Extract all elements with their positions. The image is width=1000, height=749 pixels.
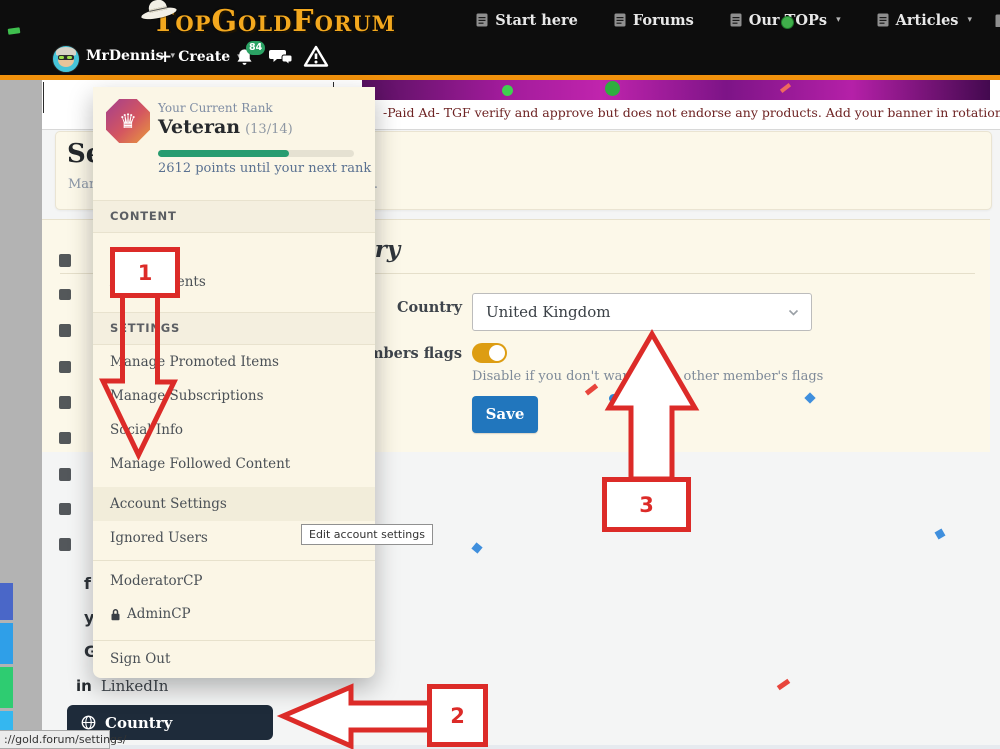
facebook-icon[interactable]: f bbox=[84, 574, 91, 593]
accent-rule bbox=[0, 75, 1000, 80]
warning-triangle-icon bbox=[303, 45, 329, 68]
ad-text: -Paid Ad- TGF verify and approve but doe… bbox=[383, 105, 1000, 120]
linkedin-label: LinkedIn bbox=[101, 677, 169, 695]
paid-ad-text: i -Paid Ad- TGF verify and approve but d… bbox=[362, 105, 996, 123]
chevron-down-icon: ▾ bbox=[836, 15, 841, 25]
rank-points-text: 2612 points until your next rank bbox=[158, 161, 371, 176]
avatar-lens bbox=[67, 56, 72, 59]
document-icon bbox=[877, 13, 889, 27]
menu-section-content: CONTENT bbox=[93, 200, 375, 233]
rank-progress-bar bbox=[158, 150, 354, 157]
banner-confetti bbox=[780, 83, 791, 93]
green-dot-overlay bbox=[781, 16, 794, 29]
sidebar-icon-fragment[interactable] bbox=[59, 289, 71, 300]
rank-badge-icon: ♛ bbox=[106, 99, 150, 143]
menu-item-admincp[interactable]: AdminCP bbox=[110, 606, 191, 622]
linkedin-icon: in bbox=[76, 677, 92, 695]
annotation-step-1: 1 bbox=[110, 247, 180, 298]
sidebar-icon-fragment[interactable] bbox=[59, 361, 71, 373]
top-menu: Start here Forums Our TOPs ▾ Articles ▾ bbox=[476, 0, 972, 40]
avatar[interactable] bbox=[52, 45, 80, 73]
nav-item-our-tops[interactable]: Our TOPs ▾ bbox=[730, 12, 841, 29]
tooltip-edit-account-settings: Edit account settings bbox=[301, 524, 433, 545]
nav-item-start-here[interactable]: Start here bbox=[476, 12, 578, 29]
sidebar-item-linkedin[interactable]: in LinkedIn bbox=[76, 677, 168, 695]
menu-item-ignored-users[interactable]: Ignored Users bbox=[110, 530, 208, 546]
moderation-alerts-button[interactable] bbox=[303, 45, 329, 72]
menu-item-moderatorcp[interactable]: ModeratorCP bbox=[110, 573, 203, 589]
share-twitter-button[interactable] bbox=[0, 623, 13, 664]
nav-item-forums[interactable]: Forums bbox=[614, 12, 694, 29]
user-menu-dropdown: ♛ Your Current Rank Veteran (13/14) 2612 … bbox=[93, 87, 375, 678]
menu-item-manage-subscriptions[interactable]: Manage Subscriptions bbox=[110, 388, 264, 404]
rank-name-text: Veteran bbox=[158, 116, 240, 138]
document-icon bbox=[995, 14, 1000, 27]
chevron-down-icon: ▾ bbox=[967, 15, 972, 25]
divider bbox=[43, 82, 44, 113]
messages-button[interactable] bbox=[268, 48, 294, 70]
settings-header: SETTINGS bbox=[110, 321, 180, 335]
nav-label: Forums bbox=[633, 12, 694, 29]
sidebar-icon-fragment[interactable] bbox=[59, 396, 71, 409]
country-select[interactable]: United Kingdom bbox=[472, 293, 812, 331]
sidebar-icon-fragment[interactable] bbox=[59, 432, 71, 444]
divider bbox=[93, 560, 375, 561]
brand-name: TopGoldForum bbox=[152, 4, 396, 39]
menu-item-manage-promoted-items[interactable]: Manage Promoted Items bbox=[110, 354, 279, 370]
globe-icon bbox=[81, 715, 96, 730]
status-bar-url: ://gold.forum/settings/ bbox=[0, 730, 110, 749]
sidebar-icon-fragment[interactable] bbox=[59, 538, 71, 551]
sidebar-icon-fragment[interactable] bbox=[59, 468, 71, 481]
flags-toggle[interactable] bbox=[472, 343, 507, 363]
nav-item-clipped bbox=[995, 13, 1000, 27]
banner-confetti bbox=[605, 81, 620, 96]
rank-progress-fill bbox=[158, 150, 289, 157]
nav-label: Start here bbox=[495, 12, 578, 29]
lock-icon bbox=[110, 608, 121, 621]
country-select-value: United Kingdom bbox=[486, 303, 611, 321]
rank-caption: Your Current Rank bbox=[158, 101, 273, 115]
decorative-dash bbox=[8, 27, 21, 35]
share-facebook-button[interactable] bbox=[0, 583, 13, 620]
menu-item-manage-followed-content[interactable]: Manage Followed Content bbox=[110, 456, 290, 472]
sidebar-icon-fragment[interactable] bbox=[59, 503, 71, 515]
top-navbar: TopGoldForum Start here Forums Our TOPs … bbox=[0, 0, 1000, 40]
sidebar-icon-fragment[interactable] bbox=[59, 254, 71, 267]
menu-item-sign-out[interactable]: Sign Out bbox=[110, 651, 170, 667]
username: MrDennis bbox=[86, 48, 163, 64]
admincp-label: AdminCP bbox=[127, 606, 191, 622]
content-header: CONTENT bbox=[110, 209, 177, 223]
rank-name: Veteran (13/14) bbox=[158, 116, 293, 138]
share-whatsapp-button[interactable] bbox=[0, 667, 13, 708]
forum-settings-page: i -Paid Ad- TGF verify and approve but d… bbox=[0, 0, 1000, 749]
rank-count: (13/14) bbox=[245, 122, 293, 137]
create-label: Create bbox=[178, 49, 230, 65]
toggle-knob bbox=[489, 345, 505, 361]
sidebar-icon-fragment[interactable] bbox=[59, 324, 71, 337]
avatar-lens bbox=[59, 56, 64, 59]
notification-count-badge[interactable]: 84 bbox=[246, 41, 265, 55]
create-menu-trigger[interactable]: + Create ▾ bbox=[158, 47, 242, 67]
menu-item-account-settings[interactable]: Account Settings bbox=[110, 496, 227, 512]
nav-item-articles[interactable]: Articles ▾ bbox=[877, 12, 972, 29]
annotation-step-3: 3 bbox=[602, 477, 691, 532]
flags-description: Disable if you don't want to see other m… bbox=[472, 369, 823, 384]
chat-bubbles-icon bbox=[268, 48, 294, 66]
document-icon bbox=[614, 13, 626, 27]
plus-icon: + bbox=[158, 47, 172, 67]
menu-item-social-info[interactable]: Social Info bbox=[110, 422, 183, 438]
document-icon bbox=[476, 13, 488, 27]
chevron-down-icon bbox=[788, 309, 799, 317]
country-button-label: Country bbox=[105, 714, 172, 732]
save-button[interactable]: Save bbox=[472, 396, 538, 433]
ad-banner-image[interactable] bbox=[362, 80, 990, 100]
menu-section-settings: SETTINGS bbox=[93, 312, 375, 345]
confetti bbox=[609, 394, 618, 403]
bottom-edge bbox=[42, 745, 1000, 749]
document-icon bbox=[730, 13, 742, 27]
nav-label: Articles bbox=[896, 12, 959, 29]
annotation-step-2: 2 bbox=[427, 684, 488, 747]
banner-confetti bbox=[502, 85, 513, 96]
divider bbox=[93, 640, 375, 641]
